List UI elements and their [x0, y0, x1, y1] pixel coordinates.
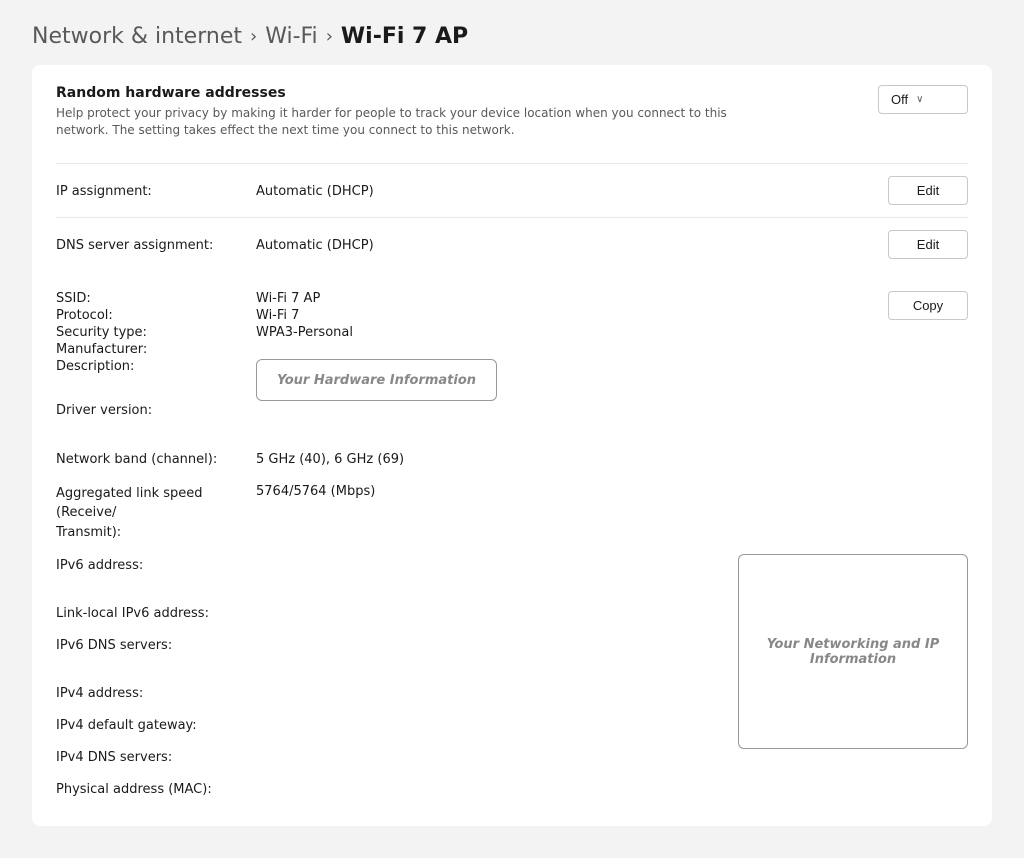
driver-version-label: Driver version:	[56, 403, 256, 418]
random-hw-title: Random hardware addresses	[56, 85, 756, 101]
ipv4-dns-row: IPv4 DNS servers:	[56, 742, 738, 774]
manufacturer-row: Manufacturer:	[56, 342, 497, 357]
ipv6-address-label: IPv6 address:	[56, 558, 256, 573]
breadcrumb-sep-2: ›	[326, 26, 333, 47]
dns-assignment-value: Automatic (DHCP)	[256, 238, 888, 253]
network-info-box: Your Networking and IP Information	[738, 554, 968, 749]
dns-assignment-label: DNS server assignment:	[56, 238, 256, 253]
ssid-label: SSID:	[56, 291, 256, 306]
random-hw-dropdown[interactable]: Off ∨	[878, 85, 968, 114]
manufacturer-value	[256, 342, 497, 357]
ipv6-dns-label: IPv6 DNS servers:	[56, 638, 256, 653]
hw-info-text: Your Hardware Information	[277, 373, 476, 388]
ssid-value: Wi-Fi 7 AP	[256, 291, 497, 306]
network-info-placeholder-text: Your Networking and IP Information	[759, 637, 947, 667]
ipv4-gateway-row: IPv4 default gateway:	[56, 710, 738, 742]
aggregated-link-row: Aggregated link speed (Receive/ Transmit…	[56, 476, 968, 551]
dns-assignment-edit-button[interactable]: Edit	[888, 230, 968, 259]
ipv6-networking-block: IPv6 address: Link-local IPv6 address: I…	[56, 550, 968, 806]
breadcrumb-sep-1: ›	[250, 26, 257, 47]
security-type-label: Security type:	[56, 325, 256, 340]
ipv6-address-row: IPv6 address:	[56, 550, 738, 582]
ip-assignment-row: IP assignment: Automatic (DHCP) Edit	[56, 168, 968, 213]
random-hw-dropdown-value: Off	[891, 92, 908, 107]
random-hardware-section: Random hardware addresses Help protect y…	[56, 85, 968, 139]
link-local-ipv6-label: Link-local IPv6 address:	[56, 606, 256, 621]
aggregated-link-label-line1: Aggregated link speed (Receive/	[56, 484, 256, 523]
dns-assignment-row: DNS server assignment: Automatic (DHCP) …	[56, 222, 968, 267]
breadcrumb-wifi[interactable]: Wi-Fi	[265, 24, 318, 49]
physical-address-label: Physical address (MAC):	[56, 782, 256, 797]
breadcrumb-current: Wi-Fi 7 AP	[341, 24, 468, 49]
protocol-value: Wi-Fi 7	[256, 308, 497, 323]
ip-assignment-label: IP assignment:	[56, 184, 256, 199]
ipv4-dns-label: IPv4 DNS servers:	[56, 750, 256, 765]
ssid-info-group: SSID: Wi-Fi 7 AP Protocol: Wi-Fi 7 Secur…	[56, 291, 497, 420]
description-row: Description: Your Hardware Information	[56, 359, 497, 401]
ip-assignment-edit-button[interactable]: Edit	[888, 176, 968, 205]
aggregated-link-label-col: Aggregated link speed (Receive/ Transmit…	[56, 484, 256, 543]
ip-assignment-value: Automatic (DHCP)	[256, 184, 888, 199]
random-hw-description: Help protect your privacy by making it h…	[56, 105, 756, 139]
security-type-row: Security type: WPA3-Personal	[56, 325, 497, 340]
ip-assignment-action: Edit	[888, 176, 968, 205]
network-band-row: Network band (channel): 5 GHz (40), 6 GH…	[56, 444, 968, 476]
physical-address-row: Physical address (MAC):	[56, 774, 738, 806]
hw-info-box: Your Hardware Information	[256, 359, 497, 401]
description-label: Description:	[56, 359, 256, 401]
network-band-label: Network band (channel):	[56, 452, 256, 467]
manufacturer-label: Manufacturer:	[56, 342, 256, 357]
ssid-copy-action: Copy	[888, 291, 968, 320]
breadcrumb-network-internet[interactable]: Network & internet	[32, 24, 242, 49]
aggregated-link-label-line2: Transmit):	[56, 523, 256, 543]
ssid-block: SSID: Wi-Fi 7 AP Protocol: Wi-Fi 7 Secur…	[56, 283, 968, 428]
chevron-down-icon: ∨	[916, 94, 923, 105]
ipv4-address-row: IPv4 address:	[56, 678, 738, 710]
driver-version-row: Driver version:	[56, 403, 497, 418]
random-hw-text-block: Random hardware addresses Help protect y…	[56, 85, 756, 139]
breadcrumb: Network & internet › Wi-Fi › Wi-Fi 7 AP	[32, 24, 992, 49]
ip-labels-group: IPv6 address: Link-local IPv6 address: I…	[56, 550, 738, 806]
dns-assignment-action: Edit	[888, 230, 968, 259]
ssid-copy-button[interactable]: Copy	[888, 291, 968, 320]
divider-2	[56, 217, 968, 218]
protocol-row: Protocol: Wi-Fi 7	[56, 308, 497, 323]
aggregated-link-value: 5764/5764 (Mbps)	[256, 484, 968, 543]
ipv4-gateway-label: IPv4 default gateway:	[56, 718, 256, 733]
ipv6-dns-row: IPv6 DNS servers:	[56, 630, 738, 662]
ipv4-address-label: IPv4 address:	[56, 686, 256, 701]
security-type-value: WPA3-Personal	[256, 325, 497, 340]
ssid-row: SSID: Wi-Fi 7 AP	[56, 291, 497, 306]
driver-version-value	[256, 403, 497, 418]
link-local-ipv6-row: Link-local IPv6 address:	[56, 598, 738, 630]
network-band-value: 5 GHz (40), 6 GHz (69)	[256, 452, 968, 467]
protocol-label: Protocol:	[56, 308, 256, 323]
divider-1	[56, 163, 968, 164]
